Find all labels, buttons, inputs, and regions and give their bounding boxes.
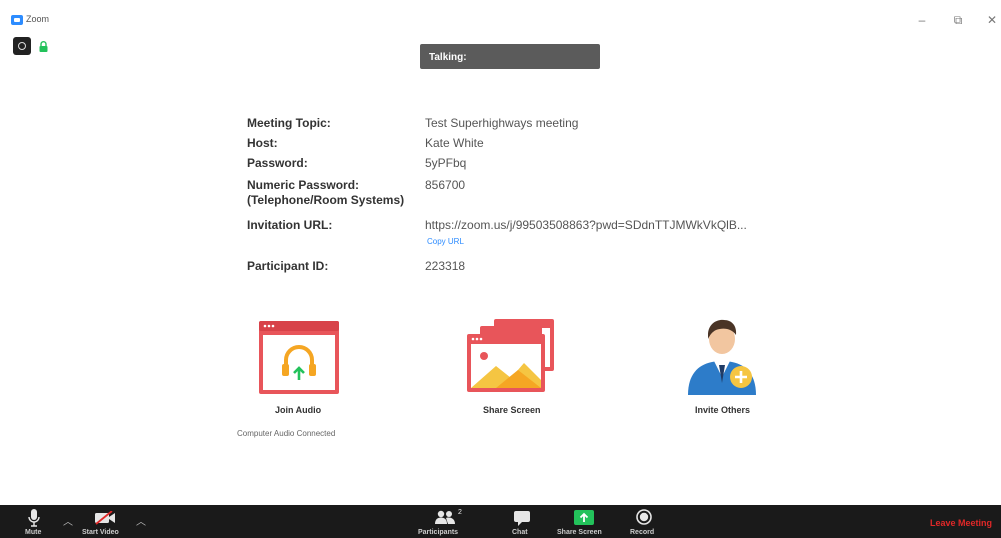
audio-status-text: Computer Audio Connected — [237, 429, 336, 438]
participant-id-label: Participant ID: — [247, 259, 329, 273]
mute-label: Mute — [25, 529, 42, 536]
password-value: 5yPFbq — [425, 156, 467, 170]
chat-icon — [514, 511, 530, 526]
host-label: Host: — [247, 136, 278, 150]
mute-button[interactable]: Mute — [22, 505, 58, 538]
invitation-url-label: Invitation URL: — [247, 218, 333, 232]
start-video-label: Start Video — [82, 529, 119, 536]
restore-button[interactable]: ⧉ — [948, 11, 968, 29]
join-audio-label[interactable]: Join Audio — [275, 405, 321, 415]
audio-options-caret[interactable]: ︿ — [63, 513, 73, 528]
zoom-app-icon — [11, 15, 23, 25]
share-screen-tile[interactable] — [466, 318, 556, 394]
share-screen-toolbar-icon — [574, 510, 594, 525]
start-video-button[interactable]: Start Video — [82, 505, 132, 538]
microphone-icon — [28, 509, 40, 527]
zoom-meeting-window: Zoom – ⧉ ✕ Talking: Meeting Topic: Test … — [0, 0, 1001, 538]
video-options-caret[interactable]: ︿ — [136, 513, 146, 528]
lock-icon[interactable] — [39, 41, 48, 52]
host-value: Kate White — [425, 136, 484, 150]
numeric-password-label-line2: (Telephone/Room Systems) — [247, 193, 405, 207]
title-bar: Zoom – ⧉ ✕ — [0, 0, 1001, 30]
invite-others-label[interactable]: Invite Others — [695, 405, 750, 415]
password-label: Password: — [247, 156, 308, 170]
participants-count: 2 — [458, 509, 462, 516]
copy-url-link[interactable]: Copy URL — [427, 237, 464, 246]
numeric-password-value: 856700 — [425, 178, 466, 192]
talking-indicator: Talking: — [420, 44, 600, 69]
participants-button[interactable]: Participants — [418, 505, 474, 538]
participants-label: Participants — [418, 529, 459, 536]
invite-person-icon — [688, 319, 756, 395]
recording-icon[interactable] — [13, 37, 31, 55]
share-screen-label[interactable]: Share Screen — [483, 405, 541, 415]
share-screen-button[interactable]: Share Screen — [557, 505, 615, 538]
record-label: Record — [630, 529, 655, 536]
meeting-topic-value: Test Superhighways meeting — [425, 116, 579, 130]
close-window-button[interactable]: ✕ — [982, 11, 1001, 29]
record-icon — [636, 509, 652, 525]
share-screen-icon — [467, 319, 554, 392]
participants-icon — [435, 510, 455, 524]
share-screen-toolbar-label: Share Screen — [557, 529, 602, 536]
numeric-password-label: Numeric Password: (Telephone/Room System… — [247, 178, 417, 208]
chat-label: Chat — [512, 529, 528, 536]
headphones-icon — [259, 321, 339, 394]
numeric-password-label-line1: Numeric Password: — [247, 178, 360, 192]
window-title: Zoom — [26, 14, 50, 24]
meeting-topic-label: Meeting Topic: — [247, 116, 331, 130]
meeting-toolbar: Mute ︿ Start Video ︿ Participants 2 Chat… — [0, 505, 1001, 538]
participant-id-value: 223318 — [425, 259, 466, 273]
record-button[interactable]: Record — [628, 505, 660, 538]
invite-others-tile[interactable] — [684, 317, 759, 395]
leave-meeting-button[interactable]: Leave Meeting — [930, 518, 992, 528]
video-off-icon — [95, 511, 115, 525]
chat-button[interactable]: Chat — [508, 505, 538, 538]
invitation-url-value[interactable]: https://zoom.us/j/99503508863?pwd=SDdnTT… — [425, 218, 747, 233]
minimize-button[interactable]: – — [912, 11, 932, 29]
join-audio-tile[interactable] — [258, 320, 340, 395]
